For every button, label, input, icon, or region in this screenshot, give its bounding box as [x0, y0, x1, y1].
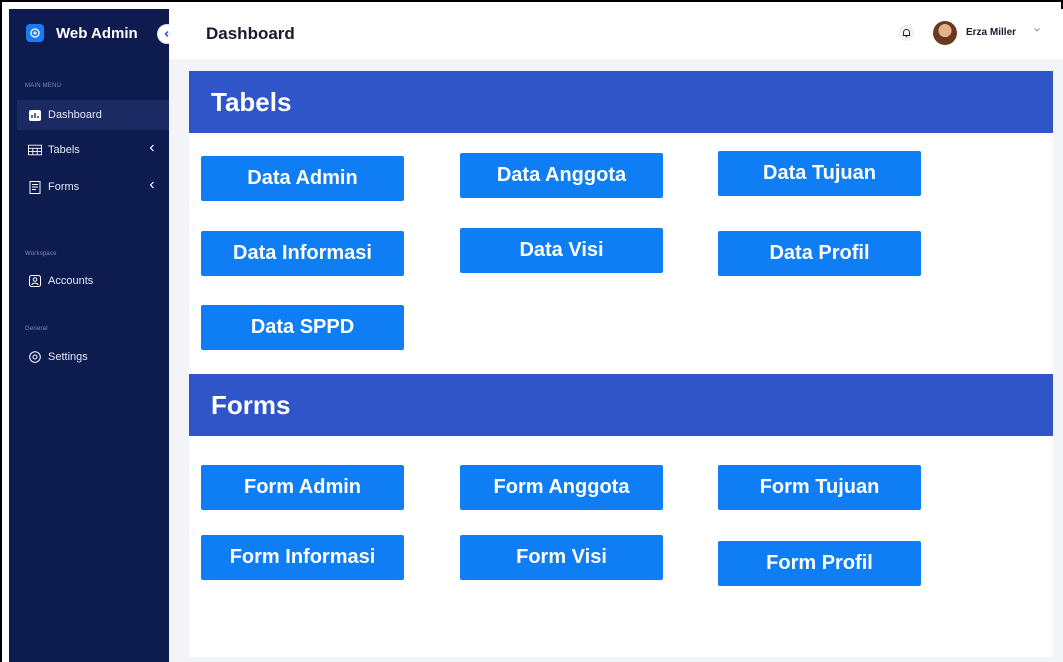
data-profil-button[interactable]: Data Profil — [718, 231, 921, 276]
form-admin-button[interactable]: Form Admin — [201, 465, 404, 510]
data-tujuan-button[interactable]: Data Tujuan — [718, 151, 921, 196]
sidebar-item-accounts[interactable]: Accounts — [17, 266, 169, 296]
sidebar-item-label: Accounts — [48, 275, 94, 287]
data-visi-button[interactable]: Data Visi — [460, 228, 663, 273]
chevron-left-icon — [149, 181, 154, 189]
form-profil-button[interactable]: Form Profil — [718, 541, 921, 586]
user-name[interactable]: Erza Miller — [966, 27, 1016, 38]
section-title: Tabels — [211, 87, 292, 117]
forms-section-header: Forms — [189, 374, 1053, 436]
data-admin-button[interactable]: Data Admin — [201, 156, 404, 201]
page-title: Dashboard — [206, 24, 295, 43]
content-panel: Tabels Data Admin Data Anggota Data Tuju… — [189, 71, 1053, 657]
form-visi-button[interactable]: Form Visi — [460, 535, 663, 580]
brand[interactable]: Web Admin — [9, 9, 169, 57]
section-title: Forms — [211, 390, 291, 420]
data-informasi-button[interactable]: Data Informasi — [201, 231, 404, 276]
sidebar-item-settings[interactable]: Settings — [17, 342, 169, 372]
section-label-main-menu: MAIN MENU — [25, 83, 62, 89]
sidebar-item-label: Settings — [48, 351, 88, 363]
form-tujuan-button[interactable]: Form Tujuan — [718, 465, 921, 510]
chevron-left-icon — [149, 144, 154, 152]
data-sppd-button[interactable]: Data SPPD — [201, 305, 404, 350]
avatar[interactable] — [933, 21, 957, 45]
sidebar-item-dashboard[interactable]: Dashboard — [17, 100, 169, 130]
sidebar-item-forms[interactable]: Forms — [17, 172, 169, 202]
form-icon — [28, 180, 42, 194]
sidebar-item-label: Forms — [48, 181, 80, 193]
account-icon — [28, 275, 42, 287]
sidebar-item-label: Tabels — [48, 144, 80, 156]
brand-logo-icon — [26, 24, 44, 42]
sidebar: Web Admin MAIN MENU Dashboard Tabels For… — [9, 9, 177, 662]
sidebar-item-label: Dashboard — [48, 109, 102, 121]
form-anggota-button[interactable]: Form Anggota — [460, 465, 663, 510]
tabels-section-header: Tabels — [189, 71, 1053, 133]
top-header: Dashboard Erza Miller — [169, 9, 1063, 59]
section-label-workspace: Workspace — [25, 251, 57, 257]
table-icon — [28, 144, 42, 156]
settings-icon — [28, 351, 42, 363]
sidebar-item-tabels[interactable]: Tabels — [17, 135, 169, 165]
notification-bell-icon[interactable] — [898, 25, 914, 41]
chevron-down-icon[interactable] — [1033, 27, 1041, 33]
section-label-general: General — [25, 326, 48, 332]
brand-title: Web Admin — [56, 24, 138, 42]
data-anggota-button[interactable]: Data Anggota — [460, 153, 663, 198]
form-informasi-button[interactable]: Form Informasi — [201, 535, 404, 580]
main-content: Tabels Data Admin Data Anggota Data Tuju… — [169, 59, 1063, 662]
dashboard-icon — [28, 109, 42, 121]
